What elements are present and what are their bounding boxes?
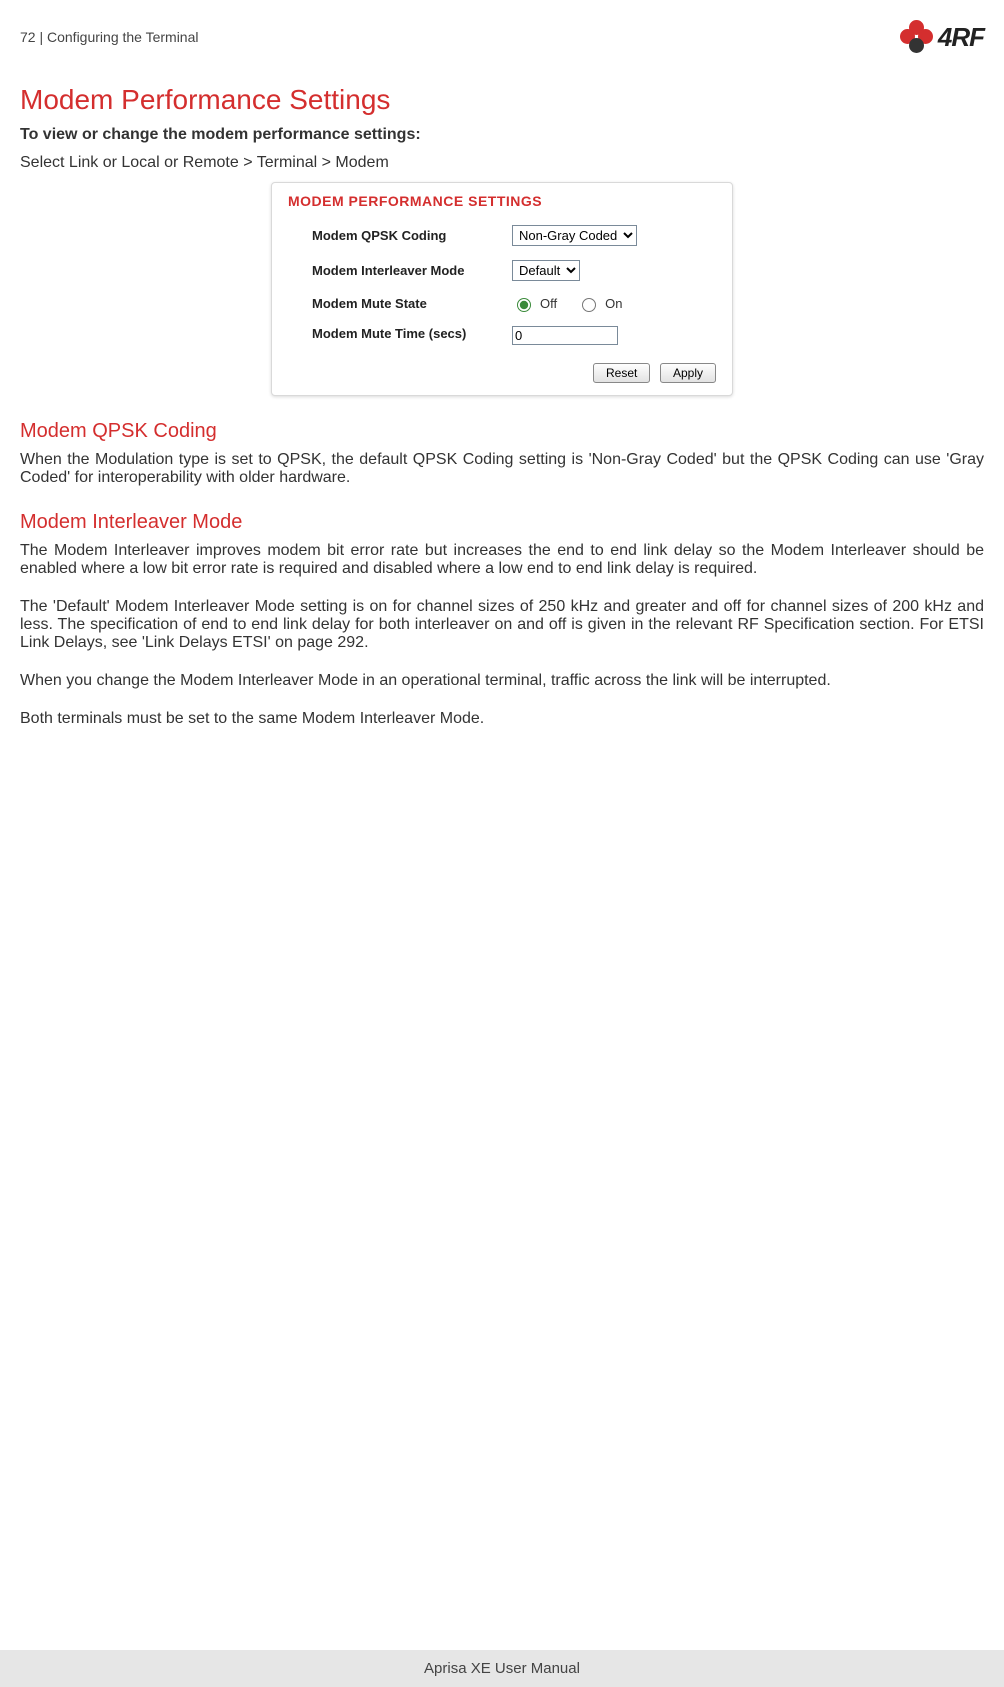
footer-text: Aprisa XE User Manual xyxy=(424,1660,580,1677)
intro-instruction: To view or change the modem performance … xyxy=(20,126,984,144)
radio-label-off: Off xyxy=(540,296,557,311)
label-mute-state: Modem Mute State xyxy=(312,296,512,311)
settings-panel: MODEM PERFORMANCE SETTINGS Modem QPSK Co… xyxy=(271,182,733,396)
radio-mute-off[interactable] xyxy=(517,298,531,312)
para-interleaver-2: The 'Default' Modem Interleaver Mode set… xyxy=(20,598,984,652)
logo: 4RF xyxy=(900,20,984,54)
panel-header: MODEM PERFORMANCE SETTINGS xyxy=(272,183,732,221)
page-number: 72 xyxy=(20,29,36,45)
para-interleaver-4: Both terminals must be set to the same M… xyxy=(20,710,984,728)
row-qpsk-coding: Modem QPSK Coding Non-Gray Coded xyxy=(272,221,732,256)
logo-text: 4RF xyxy=(938,22,984,53)
radio-mute-on[interactable] xyxy=(582,298,596,312)
input-mute-time[interactable] xyxy=(512,326,618,345)
page-title: Modem Performance Settings xyxy=(20,84,984,116)
select-qpsk-coding[interactable]: Non-Gray Coded xyxy=(512,225,637,246)
page-header: 72 | Configuring the Terminal 4RF xyxy=(20,20,984,54)
radio-label-on: On xyxy=(605,296,622,311)
label-mute-time: Modem Mute Time (secs) xyxy=(312,326,512,343)
clover-icon xyxy=(900,20,934,54)
nav-path: Select Link or Local or Remote > Termina… xyxy=(20,154,984,172)
select-interleaver-mode[interactable]: Default xyxy=(512,260,580,281)
heading-interleaver: Modem Interleaver Mode xyxy=(20,511,984,534)
label-qpsk: Modem QPSK Coding xyxy=(312,228,512,243)
para-interleaver-3: When you change the Modem Interleaver Mo… xyxy=(20,672,984,690)
row-mute-time: Modem Mute Time (secs) xyxy=(272,322,732,355)
apply-button[interactable]: Apply xyxy=(660,363,716,383)
reset-button[interactable]: Reset xyxy=(593,363,650,383)
label-interleaver: Modem Interleaver Mode xyxy=(312,263,512,278)
heading-qpsk-coding: Modem QPSK Coding xyxy=(20,420,984,443)
section-name: Configuring the Terminal xyxy=(47,29,199,45)
para-interleaver-1: The Modem Interleaver improves modem bit… xyxy=(20,542,984,578)
row-mute-state: Modem Mute State Off On xyxy=(272,291,732,322)
header-text: 72 | Configuring the Terminal xyxy=(20,29,199,45)
row-interleaver: Modem Interleaver Mode Default xyxy=(272,256,732,291)
para-qpsk: When the Modulation type is set to QPSK,… xyxy=(20,451,984,487)
